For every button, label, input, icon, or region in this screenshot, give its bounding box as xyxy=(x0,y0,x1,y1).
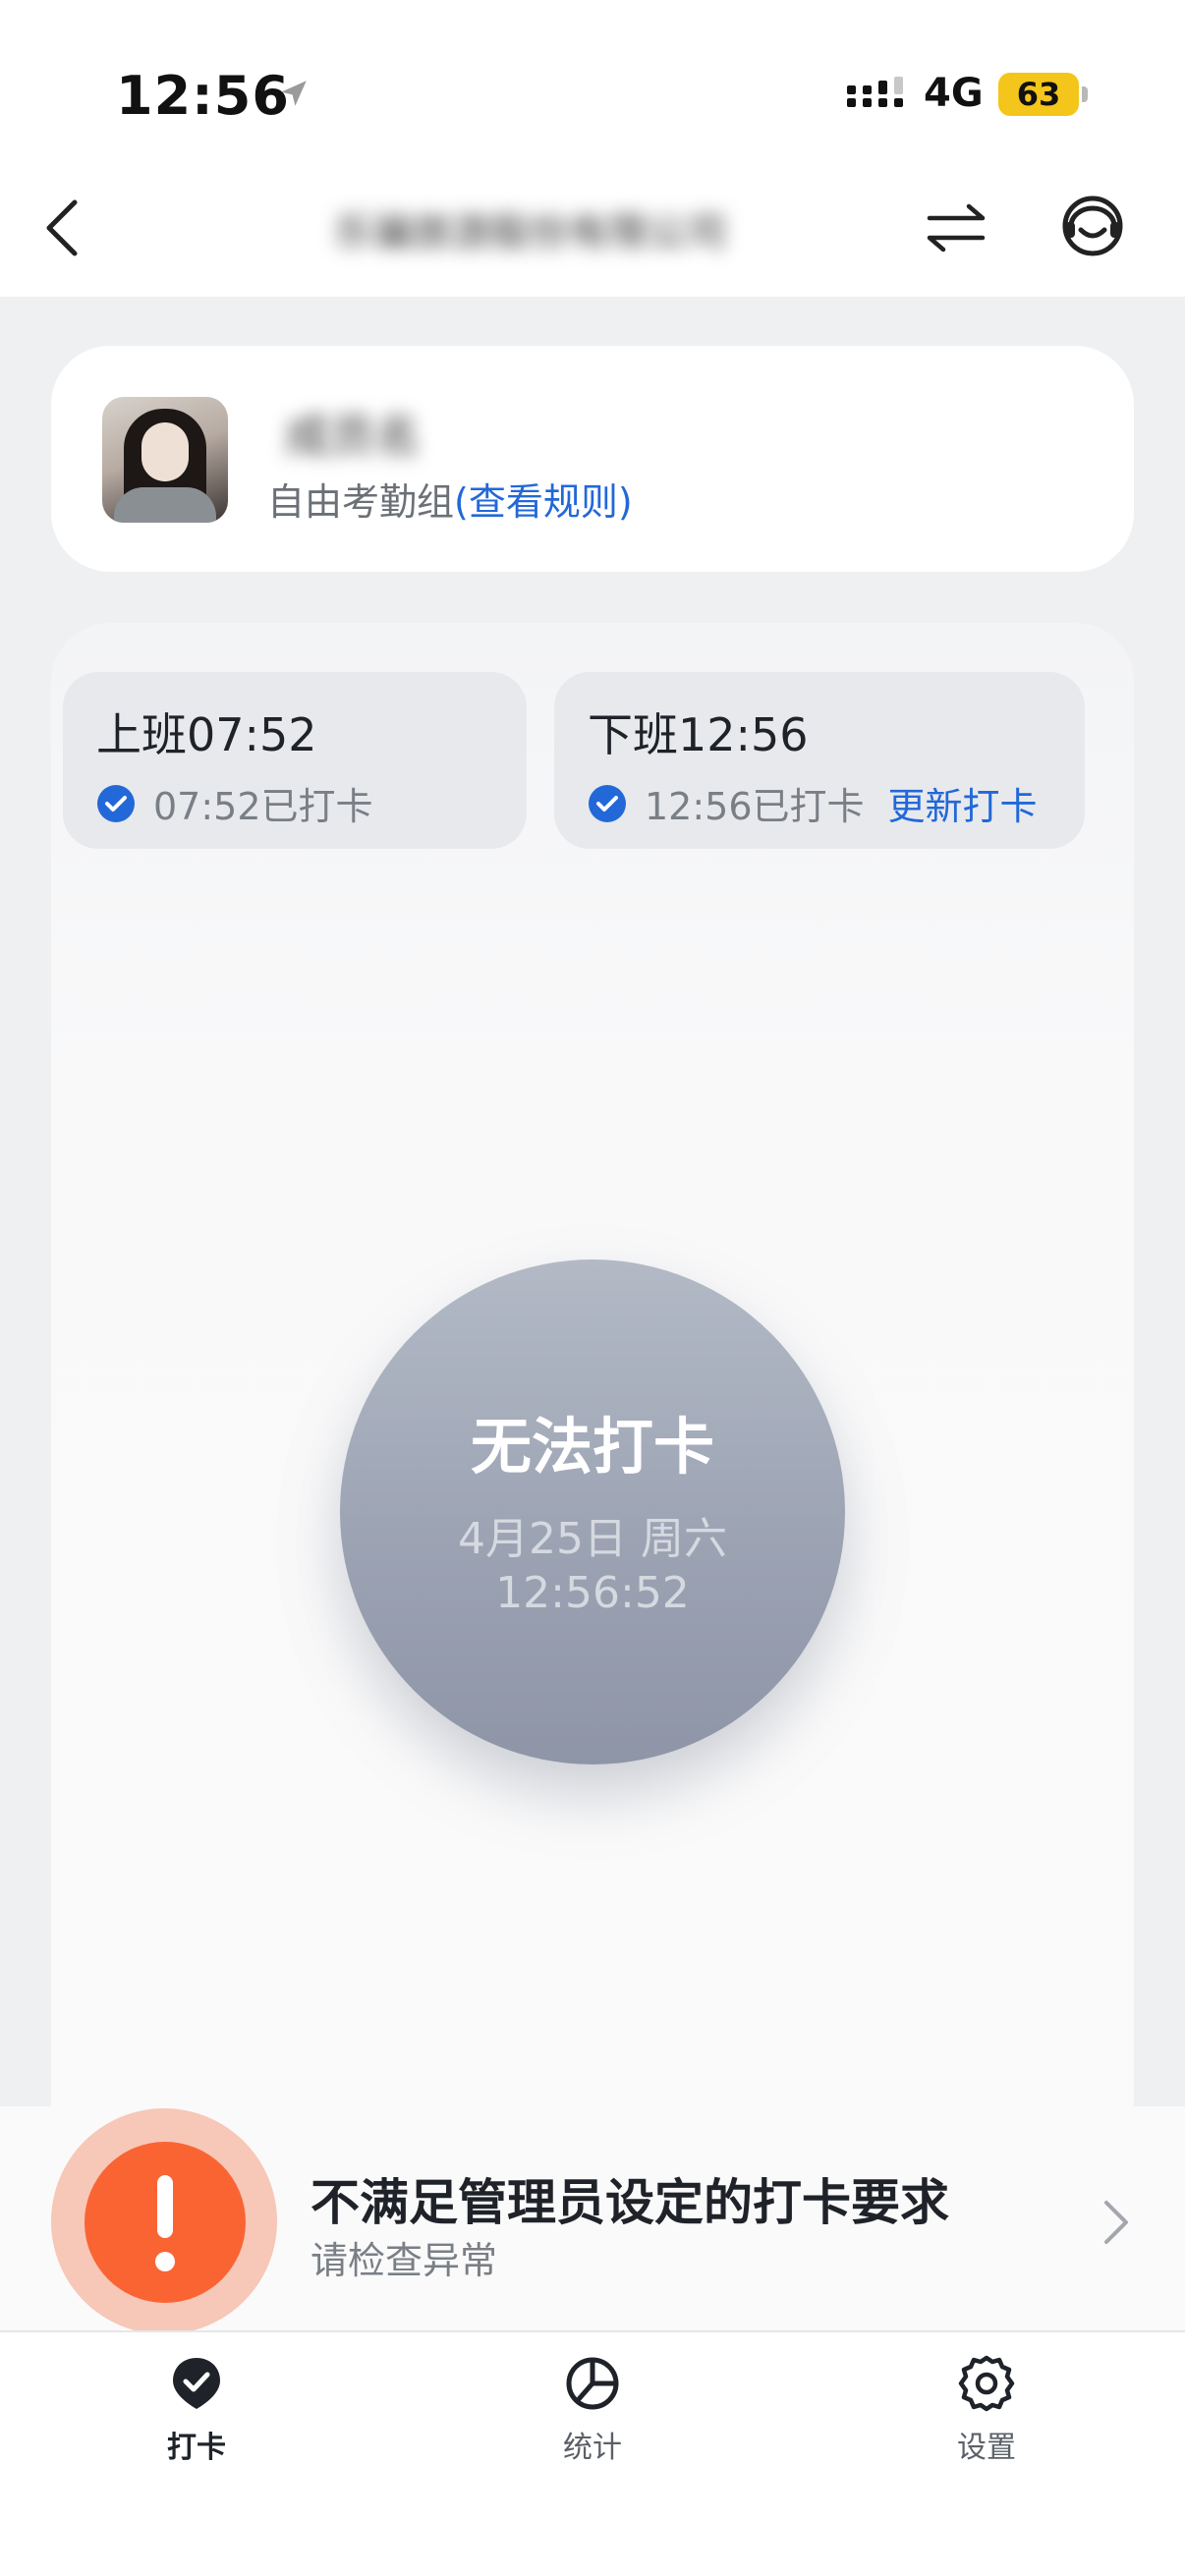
tab-clock-in-label: 打卡 xyxy=(167,2431,226,2465)
back-icon[interactable] xyxy=(39,196,88,259)
check-pin-icon xyxy=(173,2358,220,2409)
avatar xyxy=(102,397,228,523)
view-rules-link[interactable]: (查看规则) xyxy=(454,480,633,524)
shift-end-title: 下班12:56 xyxy=(588,708,809,761)
company-title: 乐骗旅游股份有限公司 xyxy=(334,210,727,255)
gear-icon xyxy=(958,2355,1015,2412)
network-label: 4G xyxy=(924,71,984,116)
shift-card-start[interactable]: 上班07:52 07:52已打卡 xyxy=(63,672,527,849)
clock-in-panel: 上班07:52 07:52已打卡 下班12:56 12:56已打卡 更新打卡 无… xyxy=(51,623,1134,2116)
tab-settings[interactable]: 设置 xyxy=(888,2354,1085,2511)
battery-cap xyxy=(1082,86,1088,102)
clock-in-button[interactable]: 无法打卡 4月25日 周六 12:56:52 xyxy=(340,1260,845,1764)
pie-chart-icon xyxy=(566,2357,619,2410)
shift-end-status: 12:56已打卡 更新打卡 xyxy=(588,776,1038,830)
clock-button-time: 12:56:52 xyxy=(495,1568,690,1618)
exception-alert[interactable]: 不满足管理员设定的打卡要求 请检查异常 xyxy=(0,2106,1185,2334)
status-bar: 12:56 4G 63 xyxy=(0,0,1185,177)
check-circle-icon xyxy=(97,784,135,822)
shift-end-status-text: 12:56已打卡 xyxy=(645,785,865,828)
profile-name: 成员名 xyxy=(285,410,421,463)
tab-statistics[interactable]: 统计 xyxy=(494,2354,691,2511)
attendance-page: 12:56 4G 63 乐骗旅游股份有限公司 成员名 自由考勤组(查看规则) 上… xyxy=(0,0,1185,2576)
battery-level: 63 xyxy=(1016,76,1061,113)
profile-card: 成员名 自由考勤组(查看规则) xyxy=(51,346,1134,572)
shift-start-status: 07:52已打卡 xyxy=(96,776,373,830)
shift-start-title: 上班07:52 xyxy=(96,708,317,761)
tab-clock-in[interactable]: 打卡 xyxy=(98,2354,295,2511)
alert-subtitle: 请检查异常 xyxy=(310,2239,498,2282)
clock-button-date: 4月25日 周六 xyxy=(458,1514,727,1564)
tab-statistics-label: 统计 xyxy=(563,2431,622,2465)
signal-icon xyxy=(847,77,903,107)
attendance-group: 自由考勤组(查看规则) xyxy=(267,472,633,526)
update-clock-link[interactable]: 更新打卡 xyxy=(888,776,1038,830)
nav-bar: 乐骗旅游股份有限公司 xyxy=(0,157,1185,297)
shift-card-end[interactable]: 下班12:56 12:56已打卡 更新打卡 xyxy=(554,672,1085,849)
status-time: 12:56 xyxy=(116,65,290,127)
customer-service-icon[interactable] xyxy=(1057,193,1128,263)
check-circle-icon xyxy=(589,784,626,822)
group-label: 自由考勤组 xyxy=(267,480,455,524)
exclamation-icon xyxy=(85,2142,246,2303)
location-arrow-icon xyxy=(281,81,307,106)
tab-bar: 打卡 统计 设置 xyxy=(0,2330,1185,2576)
alert-title: 不满足管理员设定的打卡要求 xyxy=(310,2174,949,2231)
switch-icon[interactable] xyxy=(924,198,988,257)
battery-icon: 63 xyxy=(998,73,1079,116)
clock-button-title: 无法打卡 xyxy=(470,1411,714,1483)
chevron-right-icon[interactable] xyxy=(1097,2195,1136,2250)
shift-start-status-text: 07:52已打卡 xyxy=(153,785,373,828)
tab-settings-label: 设置 xyxy=(957,2431,1016,2465)
